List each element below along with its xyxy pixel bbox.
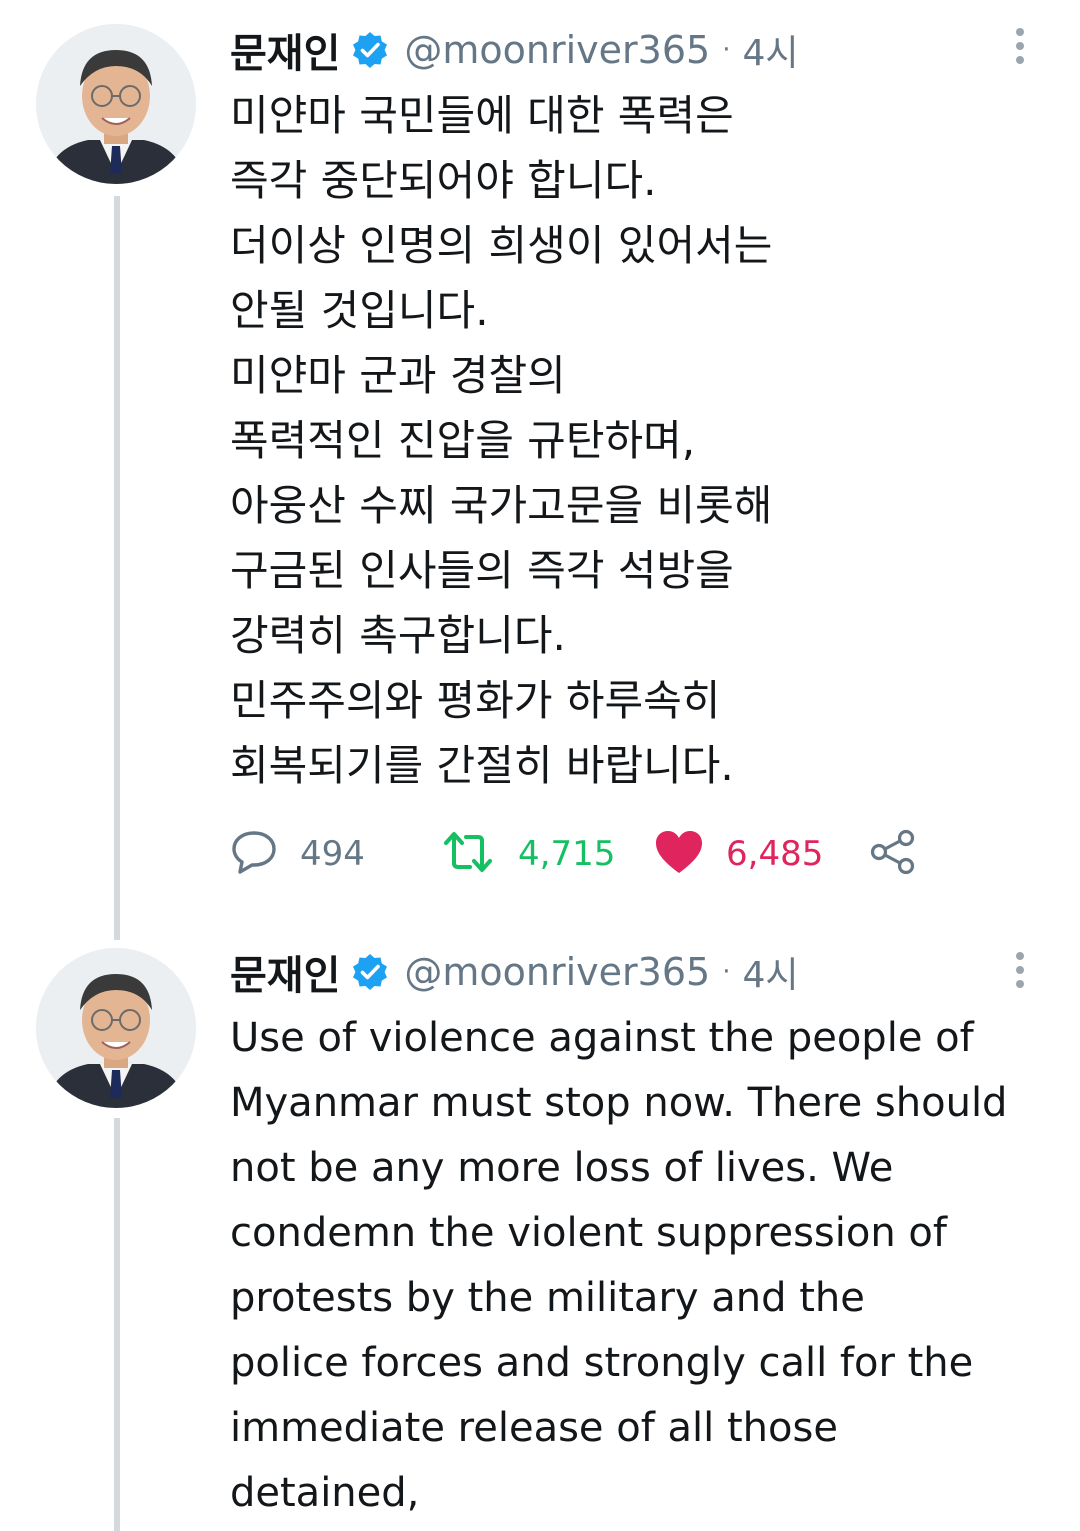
retweet-count: 4,715 [518, 834, 616, 874]
avatar[interactable] [36, 24, 196, 184]
verified-badge-icon [350, 952, 390, 992]
tweet-text-line: Use of violence against the people of [230, 1015, 974, 1061]
tweet-text-line: 아웅산 수찌 국가고문을 비롯해 [230, 481, 773, 530]
tweet-text-line: 구금된 인사들의 즉각 석방을 [230, 546, 734, 595]
author-handle[interactable]: @moonriver365 [404, 950, 710, 994]
tweet-text-line: 민주주의와 평화가 하루속히 [230, 676, 721, 725]
more-options-icon[interactable] [1000, 24, 1040, 68]
more-options-icon[interactable] [1000, 948, 1040, 992]
tweet-text-line: condemn the violent suppression of [230, 1210, 947, 1256]
tweet-text-line: detained, [230, 1470, 420, 1516]
tweet-header: 문재인 @moonriver365 · 4시 [230, 20, 799, 80]
tweet-header: 문재인 @moonriver365 · 4시 [230, 942, 799, 1002]
separator: · [722, 35, 731, 65]
tweet-text-line: 즉각 중단되어야 합니다. [230, 156, 657, 205]
verified-badge-icon [350, 30, 390, 70]
share-icon [868, 828, 918, 880]
author-name[interactable]: 문재인 [230, 943, 340, 1001]
tweet-text-line: not be any more loss of lives. We [230, 1145, 894, 1191]
tweet-text-line: police forces and strongly call for the [230, 1340, 974, 1386]
tweet-text-line: 미얀마 국민들에 대한 폭력은 [230, 91, 734, 140]
like-button[interactable]: 6,485 [654, 824, 868, 884]
tweet-text: Use of violence against the people of My… [230, 1006, 1007, 1526]
tweet-text-line: 폭력적인 진압을 규탄하며, [230, 416, 696, 465]
tweet-text: 미얀마 국민들에 대한 폭력은 즉각 중단되어야 합니다. 더이상 인명의 희생… [230, 83, 772, 798]
author-handle[interactable]: @moonriver365 [404, 28, 710, 72]
tweet-text-line: immediate release of all those [230, 1405, 838, 1451]
author-name[interactable]: 문재인 [230, 21, 340, 79]
tweet-time[interactable]: 4시 [742, 946, 798, 998]
tweet-text-line: 더이상 인명의 희생이 있어서는 [230, 221, 773, 270]
tweet-actions: 494 4,715 6,485 [230, 824, 918, 884]
tweet-text-line: 강력히 촉구합니다. [230, 611, 566, 660]
retweet-icon [440, 829, 496, 879]
tweet[interactable]: 문재인 @moonriver365 · 4시 미얀마 국민들에 대한 폭력은 즉… [0, 18, 1080, 918]
reply-count: 494 [300, 834, 365, 874]
reply-button[interactable]: 494 [230, 824, 440, 884]
tweet-text-line: 회복되기를 간절히 바랍니다. [230, 741, 734, 790]
like-count: 6,485 [726, 834, 824, 874]
reply-icon [230, 829, 278, 879]
tweet-text-line: protests by the military and the [230, 1275, 865, 1321]
tweet-time[interactable]: 4시 [742, 24, 798, 76]
tweet-text-line: 안될 것입니다. [230, 286, 489, 335]
avatar[interactable] [36, 948, 196, 1108]
share-button[interactable] [868, 824, 918, 884]
tweet-text-line: 미얀마 군과 경찰의 [230, 351, 566, 400]
separator: · [722, 957, 731, 987]
tweet-text-line: Myanmar must stop now. There should [230, 1080, 1008, 1126]
tweet[interactable]: 문재인 @moonriver365 · 4시 Use of violence a… [0, 942, 1080, 1531]
retweet-button[interactable]: 4,715 [440, 824, 654, 884]
heart-icon [654, 829, 704, 879]
